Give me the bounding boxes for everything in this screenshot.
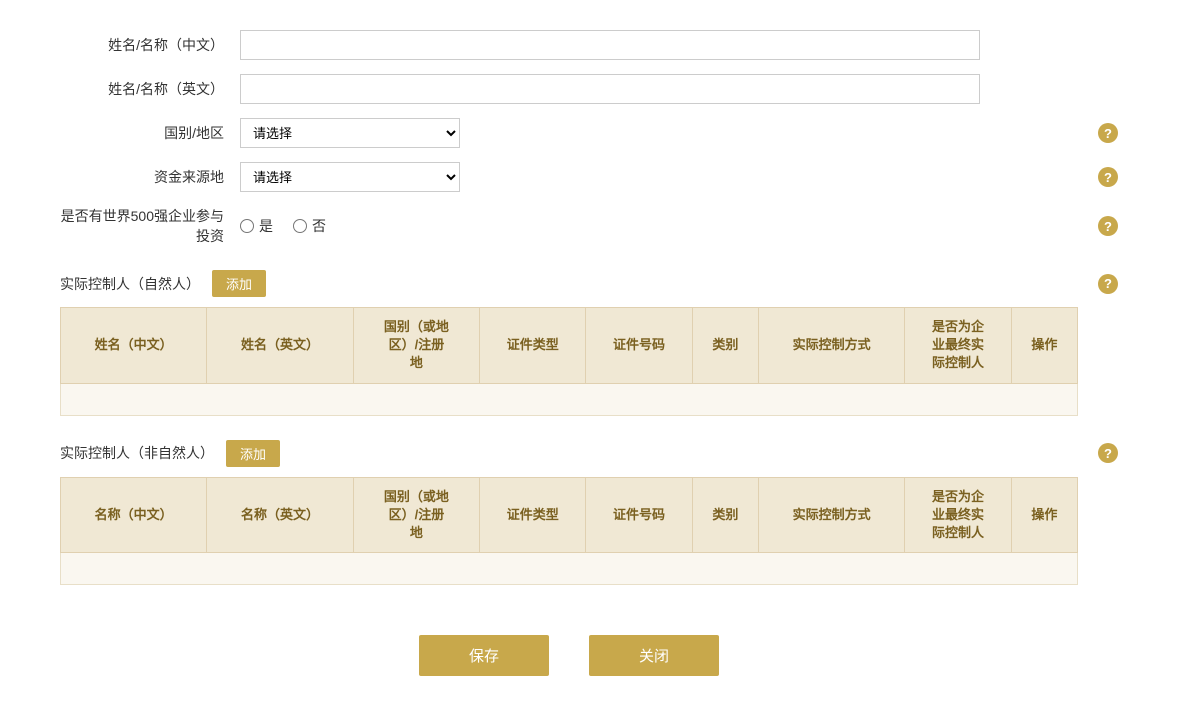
col-org-cert-type: 证件类型 [480,477,586,553]
footer-buttons: 保存 关闭 [60,635,1078,676]
fund-source-label: 资金来源地 [60,167,240,187]
name-cn-row: 姓名/名称（中文） [60,30,1078,60]
col-is-final-controller: 是否为企业最终实际控制人 [905,308,1011,384]
non-natural-empty-cell [61,553,1078,585]
non-natural-help-icon[interactable]: ? [1098,443,1118,463]
name-cn-label: 姓名/名称（中文） [60,35,240,55]
natural-person-empty-row [61,383,1078,415]
col-org-is-final-controller: 是否为企业最终实际控制人 [905,477,1011,553]
fortune500-no-radio[interactable] [293,219,307,233]
natural-person-table: 姓名（中文） 姓名（英文） 国别（或地区）/注册地 证件类型 证件号码 类别 实… [60,307,1078,416]
col-cert-type: 证件类型 [480,308,586,384]
col-org-name-cn: 名称（中文） [61,477,207,553]
col-org-category: 类别 [692,477,758,553]
non-natural-table: 名称（中文） 名称（英文） 国别（或地区）/注册地 证件类型 证件号码 类别 实… [60,477,1078,586]
col-control-method: 实际控制方式 [758,308,904,384]
fortune500-help-icon[interactable]: ? [1098,216,1118,236]
fortune500-row: 是否有世界500强企业参与投资 是 否 ? [60,206,1078,246]
col-country: 国别（或地区）/注册地 [353,308,479,384]
col-org-country: 国别（或地区）/注册地 [353,477,479,553]
non-natural-add-button[interactable]: 添加 [226,440,280,467]
col-cert-no: 证件号码 [586,308,692,384]
name-en-input[interactable] [240,74,980,104]
fund-source-row: 资金来源地 请选择 ? [60,162,1078,192]
col-name-cn: 姓名（中文） [61,308,207,384]
name-en-row: 姓名/名称（英文） [60,74,1078,104]
natural-person-add-button[interactable]: 添加 [212,270,266,297]
fortune500-yes-radio[interactable] [240,219,254,233]
fortune500-yes-label: 是 [259,216,273,236]
name-en-label: 姓名/名称（英文） [60,79,240,99]
fortune500-label: 是否有世界500强企业参与投资 [60,206,240,246]
fortune500-no-label: 否 [312,216,326,236]
natural-person-title: 实际控制人（自然人） [60,274,200,294]
fortune500-yes-option[interactable]: 是 [240,216,273,236]
name-cn-input[interactable] [240,30,980,60]
country-label: 国别/地区 [60,123,240,143]
col-action: 操作 [1011,308,1077,384]
natural-person-header-row: 姓名（中文） 姓名（英文） 国别（或地区）/注册地 证件类型 证件号码 类别 实… [61,308,1078,384]
col-name-en: 姓名（英文） [207,308,353,384]
col-org-name-en: 名称（英文） [207,477,353,553]
fortune500-no-option[interactable]: 否 [293,216,326,236]
fortune500-radio-group: 是 否 [240,216,326,236]
natural-person-empty-cell [61,383,1078,415]
non-natural-section-header: 实际控制人（非自然人） 添加 ? [60,440,1078,467]
natural-person-help-icon[interactable]: ? [1098,274,1118,294]
col-category: 类别 [692,308,758,384]
country-select[interactable]: 请选择 [240,118,460,148]
col-org-control-method: 实际控制方式 [758,477,904,553]
non-natural-title: 实际控制人（非自然人） [60,443,214,463]
col-org-action: 操作 [1011,477,1077,553]
save-button[interactable]: 保存 [419,635,549,676]
natural-person-section-header: 实际控制人（自然人） 添加 ? [60,270,1078,297]
fund-source-help-icon[interactable]: ? [1098,167,1118,187]
fund-source-select[interactable]: 请选择 [240,162,460,192]
non-natural-header-row: 名称（中文） 名称（英文） 国别（或地区）/注册地 证件类型 证件号码 类别 实… [61,477,1078,553]
col-org-cert-no: 证件号码 [586,477,692,553]
non-natural-empty-row [61,553,1078,585]
close-button[interactable]: 关闭 [589,635,719,676]
country-help-icon[interactable]: ? [1098,123,1118,143]
country-row: 国别/地区 请选择 ? [60,118,1078,148]
